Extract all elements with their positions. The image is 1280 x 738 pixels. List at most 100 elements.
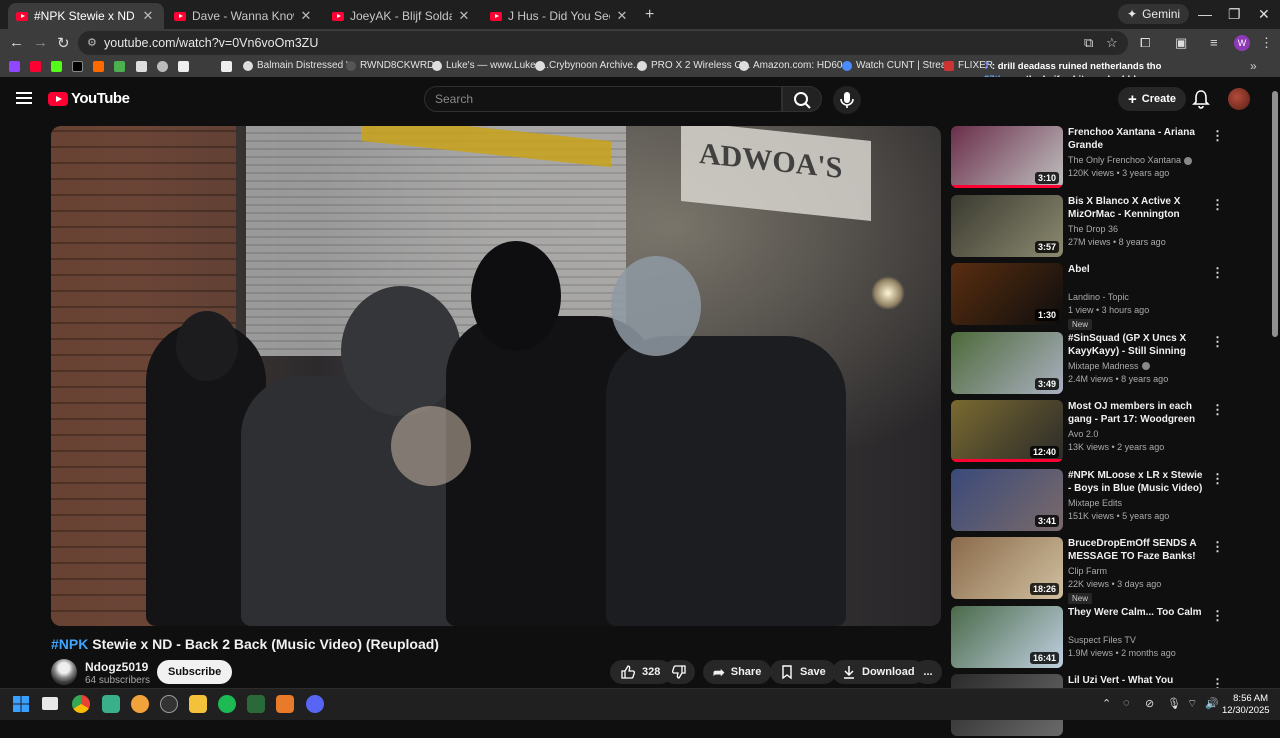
recommendation-menu-icon[interactable]: ⋮ xyxy=(1211,608,1224,624)
channel-name[interactable]: Ndogz5019 xyxy=(85,660,148,674)
account-avatar[interactable] xyxy=(1228,88,1250,110)
volume-icon[interactable]: 🔊 xyxy=(1205,697,1219,710)
site-info-icon[interactable]: ⚙ xyxy=(87,36,97,49)
recommendation-menu-icon[interactable]: ⋮ xyxy=(1211,265,1224,281)
bookmark-item[interactable]: Balmain Distressed '... xyxy=(243,60,356,71)
kick-bookmark-icon[interactable] xyxy=(51,61,62,72)
app-icon[interactable] xyxy=(276,695,294,713)
dislike-button[interactable] xyxy=(663,660,695,684)
recommendation-item[interactable]: 12:40 Most OJ members in each gang - Part… xyxy=(951,400,1224,464)
bookmarks-overflow-icon[interactable]: » xyxy=(1250,59,1257,73)
recommendation-thumbnail[interactable]: 12:40 xyxy=(951,400,1063,462)
subscribe-button[interactable]: Subscribe xyxy=(157,660,233,684)
windows-start-icon[interactable] xyxy=(12,695,30,713)
discord-icon[interactable] xyxy=(306,695,324,713)
recommendation-thumbnail[interactable]: 18:26 xyxy=(951,537,1063,599)
recommendation-title[interactable]: #SinSquad (GP X Uncs X KayyKayy) - Still… xyxy=(1068,332,1206,359)
recommendation-channel[interactable]: The Drop 36 xyxy=(1068,224,1118,234)
wifi-icon[interactable]: ⌔ xyxy=(1187,697,1197,711)
recommendation-item[interactable]: 3:49 #SinSquad (GP X Uncs X KayyKayy) - S… xyxy=(951,331,1224,396)
doc-bookmark-icon[interactable] xyxy=(178,61,189,72)
hamburger-menu-icon[interactable] xyxy=(16,92,32,104)
reload-icon[interactable]: ↻ xyxy=(57,34,70,52)
tab-close-icon[interactable]: ✕ xyxy=(614,8,630,24)
voice-search-button[interactable] xyxy=(833,86,861,114)
tab-active[interactable]: #NPK Stewie x ND - Back 2 Back ✕ xyxy=(8,3,164,29)
video-player[interactable]: ADWOA'S xyxy=(51,126,941,626)
tray-app-icon[interactable]: ◌ xyxy=(1123,697,1130,709)
tray-app-icon[interactable]: ⊘ xyxy=(1145,697,1154,710)
tab[interactable]: J Hus - Did You See (Official Vid ✕ xyxy=(482,3,638,29)
extensions-icon[interactable]: ⧠ xyxy=(1140,35,1150,51)
chrome-icon[interactable] xyxy=(72,695,90,713)
download-button[interactable]: Download xyxy=(832,660,925,684)
recommendation-title[interactable]: #NPK MLoose x LR x Stewie - Boys in Blue… xyxy=(1068,469,1206,495)
bookmark-star-icon[interactable]: ☆ xyxy=(1106,35,1118,51)
file-explorer-icon[interactable] xyxy=(189,695,207,713)
notifications-button[interactable] xyxy=(1192,89,1210,114)
recommendation-title[interactable]: Bis X Blanco X Active X MizOrMac - Kenni… xyxy=(1068,195,1206,222)
recommendation-thumbnail[interactable]: 3:10 xyxy=(951,126,1063,188)
spotify-icon[interactable] xyxy=(218,695,236,713)
youtube-logo[interactable]: YouTube xyxy=(48,90,130,107)
address-bar[interactable]: ⚙ youtube.com/watch?v=0Vn6voOm3ZU xyxy=(78,31,1128,55)
forward-arrow-icon[interactable]: → xyxy=(33,34,48,51)
browser-menu-icon[interactable]: ⋮ xyxy=(1260,35,1273,51)
recommendation-item[interactable]: 3:57 Bis X Blanco X Active X MizOrMac - K… xyxy=(951,194,1224,259)
recommendation-title[interactable]: They Were Calm... Too Calm xyxy=(1068,606,1206,619)
search-input[interactable] xyxy=(424,86,782,112)
task-view-icon[interactable] xyxy=(42,697,58,710)
channel-avatar[interactable] xyxy=(51,659,77,685)
twitch-bookmark-icon[interactable] xyxy=(9,61,20,72)
recommendation-item[interactable]: 1:30 Abel Landino - Topic 1 view • 3 hours … xyxy=(951,263,1224,330)
recommendation-menu-icon[interactable]: ⋮ xyxy=(1211,471,1224,487)
recommendation-menu-icon[interactable]: ⋮ xyxy=(1211,128,1224,144)
recommendation-channel[interactable]: The Only Frenchoo Xantana xyxy=(1068,155,1193,165)
recommendation-item[interactable]: 3:10 Frenchoo Xantana - Ariana Grande The … xyxy=(951,126,1224,190)
tab-close-icon[interactable]: ✕ xyxy=(140,8,156,24)
recommendation-title[interactable]: BruceDropEmOff SENDS A MESSAGE TO Faze B… xyxy=(1068,537,1206,563)
recommendation-thumbnail[interactable]: 3:57 xyxy=(951,194,1063,257)
create-button[interactable]: + Create xyxy=(1118,87,1187,111)
recommendation-channel[interactable]: Mixtape Madness xyxy=(1068,361,1150,371)
install-app-icon[interactable]: ⧉ xyxy=(1084,35,1093,51)
sheets-bookmark-icon[interactable] xyxy=(114,61,125,72)
minimize-button[interactable]: — xyxy=(1198,6,1212,22)
recommendation-title[interactable]: Frenchoo Xantana - Ariana Grande xyxy=(1068,126,1206,152)
recommendation-title[interactable]: Abel xyxy=(1068,263,1206,276)
tray-overflow-icon[interactable]: ⌃ xyxy=(1102,697,1111,710)
excel-icon[interactable] xyxy=(247,695,265,713)
android-studio-icon[interactable] xyxy=(102,695,120,713)
app-icon[interactable] xyxy=(131,695,149,713)
recommendation-channel[interactable]: Landino - Topic xyxy=(1068,292,1129,302)
recommendation-thumbnail[interactable]: 3:41 xyxy=(951,468,1063,531)
recommendation-thumbnail[interactable]: 3:49 xyxy=(951,331,1063,394)
x-bookmark-icon[interactable] xyxy=(72,61,83,72)
doc-bookmark-icon[interactable] xyxy=(221,61,232,72)
tab[interactable]: JoeyAK - Blijf Soldaat (Prod. Gu ✕ xyxy=(324,3,480,29)
youtube-bookmark-icon[interactable] xyxy=(30,61,41,72)
save-button[interactable]: Save xyxy=(770,660,836,684)
bookmark-item[interactable]: Crybynoon Archive... xyxy=(535,60,641,71)
recommendation-channel[interactable]: Avo 2.0 xyxy=(1068,429,1098,439)
recommendation-menu-icon[interactable]: ⋮ xyxy=(1211,197,1224,213)
recommendation-thumbnail[interactable]: 1:30 xyxy=(951,263,1063,325)
recommendation-menu-icon[interactable]: ⋮ xyxy=(1211,539,1224,555)
steam-icon[interactable] xyxy=(160,695,178,713)
share-button[interactable]: ➦ Share xyxy=(703,660,772,684)
search-button[interactable] xyxy=(782,86,822,112)
window-close-button[interactable]: ✕ xyxy=(1258,6,1270,23)
bookmark-item[interactable]: PRO X 2 Wireless G... xyxy=(637,60,750,71)
back-arrow-icon[interactable]: ← xyxy=(9,34,24,51)
scrollbar-thumb[interactable] xyxy=(1272,91,1278,337)
tab-close-icon[interactable]: ✕ xyxy=(298,8,314,24)
recommendation-channel[interactable]: Mixtape Edits xyxy=(1068,498,1122,508)
recommendation-title[interactable]: Most OJ members in each gang - Part 17: … xyxy=(1068,400,1206,427)
recommendation-menu-icon[interactable]: ⋮ xyxy=(1211,334,1224,350)
globe-bookmark-icon[interactable] xyxy=(157,61,168,72)
bookmark-item[interactable]: Luke's — www.Lukes... xyxy=(432,60,549,71)
media-control-icon[interactable]: ≡ xyxy=(1210,35,1218,50)
profile-avatar[interactable]: W xyxy=(1234,35,1250,51)
bookmark-icon[interactable] xyxy=(136,61,147,72)
restore-button[interactable]: ❐ xyxy=(1228,6,1241,23)
